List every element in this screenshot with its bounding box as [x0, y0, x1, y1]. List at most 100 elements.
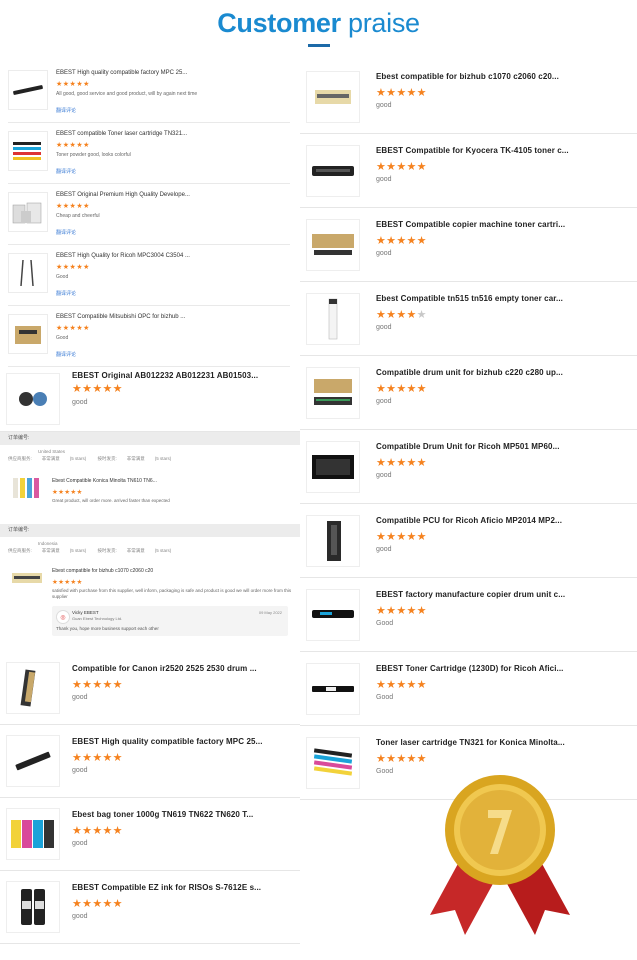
review-product-title[interactable]: EBEST High Quality for Ricoh MPC3004 C35… — [56, 253, 190, 259]
review-stars: ★★★★★ — [376, 752, 427, 765]
review-card: Ebest compatible for bizhub c1070 c2060 … — [300, 60, 637, 134]
review-card: Compatible PCU for Ricoh Aficio MP2014 M… — [300, 504, 637, 578]
review-text: good — [376, 324, 392, 331]
translate-link[interactable]: 翻译评论 — [56, 168, 76, 175]
product-thumbnail[interactable] — [10, 474, 44, 502]
review-stars: ★★★★★ — [72, 679, 123, 691]
review-product-title[interactable]: EBEST Compatible copier machine toner ca… — [376, 220, 565, 229]
drum-unit-image — [312, 610, 354, 618]
review-product-title[interactable]: Compatible Drum Unit for Ricoh MP501 MP6… — [376, 442, 560, 451]
product-thumbnail[interactable] — [6, 373, 60, 425]
review-text: Great product, will order more. arrived … — [52, 498, 170, 503]
review-card: Compatible for Canon ir2520 2525 2530 dr… — [0, 652, 300, 725]
review-product-title[interactable]: Ebest compatible for bizhub c1070 c2060 … — [376, 72, 559, 81]
on-time-value: 非常满意 — [126, 456, 145, 461]
review-text: satisfied with purchase from this suppli… — [52, 588, 292, 599]
review-product-title[interactable]: EBEST Original Premium High Quality Deve… — [56, 192, 190, 198]
product-thumbnail[interactable] — [306, 441, 360, 493]
order-meta: Indonesia 供应商服务: 非常满意 (5 stars) 按时发货: 非常满意 (… — [0, 537, 300, 558]
toner-box-image — [315, 90, 351, 104]
product-thumbnail[interactable] — [306, 71, 360, 123]
title-bold: Customer — [217, 8, 341, 38]
toner-cartridge-image — [312, 166, 354, 176]
review-card: EBEST Original AB012232 AB012231 AB01503… — [0, 367, 300, 432]
product-thumbnail[interactable] — [8, 70, 48, 110]
stars-on: ★★★★★ — [376, 87, 427, 99]
review-product-title[interactable]: EBEST Compatible for Kyocera TK-4105 ton… — [376, 146, 569, 155]
translate-link[interactable]: 翻译评论 — [56, 290, 76, 297]
product-thumbnail[interactable] — [306, 219, 360, 271]
review-product-title[interactable]: Compatible drum unit for bizhub c220 c28… — [376, 368, 563, 377]
review-product-title[interactable]: EBEST factory manufacture copier drum un… — [376, 590, 565, 599]
product-thumbnail[interactable] — [8, 314, 48, 354]
product-thumbnail[interactable] — [306, 145, 360, 197]
stars-on: ★★★★★ — [376, 531, 427, 543]
product-thumbnail[interactable] — [306, 737, 360, 789]
small-review: EBEST Original Premium High Quality Deve… — [8, 184, 290, 245]
product-thumbnail[interactable] — [306, 589, 360, 641]
translate-link[interactable]: 翻译评论 — [56, 351, 76, 358]
review-card: EBEST factory manufacture copier drum un… — [300, 578, 637, 652]
review-product-title[interactable]: Ebest compatible for bizhub c1070 c2060 … — [52, 568, 153, 574]
toner-image — [13, 85, 43, 95]
review-product-title[interactable]: EBEST Original AB012232 AB012231 AB01503… — [72, 371, 258, 380]
order-bar: 订单编号: — [0, 524, 300, 537]
review-stars: ★★★★★ — [376, 382, 427, 395]
supplier-avatar: ◎ — [56, 610, 70, 624]
order-country: Indonesia — [38, 541, 58, 546]
review-product-title[interactable]: Compatible for Canon ir2520 2525 2530 dr… — [72, 664, 257, 673]
review-stars: ★★★★★ — [56, 142, 90, 149]
review-card: Ebest bag toner 1000g TN619 TN622 TN620 … — [0, 798, 300, 871]
drum-unit-image — [20, 669, 36, 707]
review-text: Good — [56, 274, 69, 280]
title-underline — [307, 44, 330, 47]
product-thumbnail[interactable] — [306, 515, 360, 567]
product-thumbnail[interactable] — [306, 293, 360, 345]
review-product-title[interactable]: EBEST compatible Toner laser cartridge T… — [56, 131, 187, 137]
drum-unit-image — [314, 379, 352, 405]
review-card: EBEST Compatible EZ ink for RISOs S-7612… — [0, 871, 300, 944]
product-thumbnail[interactable] — [306, 367, 360, 419]
order-ratings: 供应商服务: 非常满意 (5 stars) 按时发货: 非常满意 (5 stars) — [8, 455, 292, 462]
small-review: EBEST compatible Toner laser cartridge T… — [8, 123, 290, 184]
translate-link[interactable]: 翻译评论 — [56, 107, 76, 114]
review-stars: ★★★★★ — [376, 678, 427, 691]
pcu-image — [327, 521, 341, 561]
review-product-title[interactable]: Ebest Compatible tn515 tn516 empty toner… — [376, 294, 563, 303]
review-stars: ★★★★★ — [376, 234, 427, 247]
on-time-value: 非常满意 — [126, 548, 145, 553]
review-product-title[interactable]: EBEST High quality compatible factory MP… — [56, 70, 187, 76]
review-card: EBEST Compatible copier machine toner ca… — [300, 208, 637, 282]
right-column: Ebest compatible for bizhub c1070 c2060 … — [300, 60, 637, 800]
product-thumbnail[interactable] — [306, 663, 360, 715]
review-text: good — [72, 767, 88, 774]
product-thumbnail[interactable] — [6, 808, 60, 860]
stars-on: ★★★★★ — [376, 679, 427, 691]
product-thumbnail[interactable] — [8, 131, 48, 171]
product-thumbnail[interactable] — [6, 735, 60, 787]
product-thumbnail[interactable] — [6, 881, 60, 933]
gold-medal-icon — [430, 775, 570, 935]
review-product-title[interactable]: Toner laser cartridge TN321 for Konica M… — [376, 738, 565, 747]
product-thumbnail[interactable] — [6, 662, 60, 714]
translate-link[interactable]: 翻译评论 — [56, 229, 76, 236]
page-header: Customer praise — [0, 0, 637, 52]
review-text: good — [376, 398, 392, 405]
product-thumbnail[interactable] — [8, 253, 48, 293]
review-product-title[interactable]: Compatible PCU for Ricoh Aficio MP2014 M… — [376, 516, 562, 525]
review-stars: ★★★★★ — [72, 383, 123, 395]
review-product-title[interactable]: EBEST Compatible Mitsubishi OPC for bizh… — [56, 314, 185, 320]
product-thumbnail[interactable] — [8, 192, 48, 232]
toner-box-image — [12, 573, 42, 583]
review-card: Compatible Drum Unit for Ricoh MP501 MP6… — [300, 430, 637, 504]
review-product-title[interactable]: EBEST Compatible EZ ink for RISOs S-7612… — [72, 883, 261, 892]
title-light: praise — [340, 8, 420, 38]
review-stars: ★★★★★ — [376, 604, 427, 617]
review-card: EBEST Toner Cartridge (1230D) for Ricoh … — [300, 652, 637, 726]
review-product-title[interactable]: EBEST Toner Cartridge (1230D) for Ricoh … — [376, 664, 564, 673]
review-product-title[interactable]: EBEST High quality compatible factory MP… — [72, 737, 263, 746]
product-thumbnail[interactable] — [10, 564, 44, 592]
review-product-title[interactable]: Ebest Compatible Konica Minolta TN610 TN… — [52, 478, 157, 484]
review-text: Toner powder good, looks colorful — [56, 152, 131, 158]
review-product-title[interactable]: Ebest bag toner 1000g TN619 TN622 TN620 … — [72, 810, 253, 819]
